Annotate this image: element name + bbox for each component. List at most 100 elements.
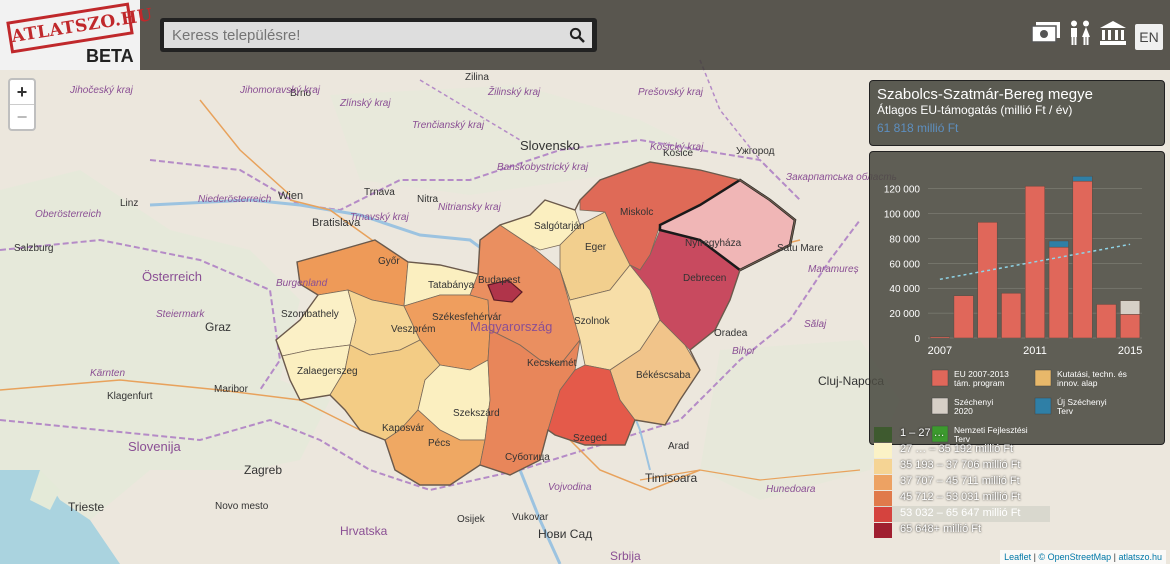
map-label-szeged: Szeged — [573, 433, 607, 444]
y-tick-label: 100 000 — [884, 210, 921, 221]
map-label-slovenija: Slovenija — [128, 439, 182, 454]
map-label-trnava: Trnava — [364, 187, 395, 198]
series-swatch — [931, 397, 949, 415]
map-label-trnavsky: Trnavský kraj — [350, 212, 409, 223]
legend-label: 27 … – 35 192 millió Ft — [900, 443, 1014, 455]
map-label-zalaegerszeg: Zalaegerszeg — [297, 366, 358, 377]
map-label-magyarorszag: Magyarország — [470, 319, 552, 334]
map-label-uzhhorod: Ужгород — [736, 146, 775, 157]
y-tick-label: 0 — [914, 334, 920, 345]
map-label-wien: Wien — [278, 190, 303, 202]
map-label-arad: Arad — [668, 441, 689, 452]
map-label-satumare: Satu Mare — [777, 243, 824, 254]
attribution-leaflet[interactable]: Leaflet — [1004, 552, 1031, 562]
zoom-out-button[interactable]: − — [10, 105, 34, 129]
map-label-zlinsky: Zlínský kraj — [339, 98, 391, 109]
people-icon[interactable] — [1068, 20, 1092, 46]
region-name: Szabolcs-Szatmár-Bereg megye — [877, 86, 1093, 103]
map-label-salgotarjan: Salgótarján — [534, 221, 585, 232]
map-label-hrvatska: Hrvatska — [340, 524, 388, 538]
series-label: Terv — [1057, 406, 1074, 416]
legend-label: 53 032 – 65 647 millió Ft — [900, 507, 1021, 519]
map-label-vukovar: Vukovar — [512, 512, 549, 523]
map-label-budapest: Budapest — [478, 275, 520, 286]
institution-icon[interactable] — [1099, 20, 1127, 46]
chart-panel: 0 20 000 40 000 60 000 80 000 100 000 120 000 2… — [869, 151, 1165, 445]
series-swatch — [1034, 397, 1052, 415]
y-tick-label: 120 000 — [884, 185, 921, 196]
map-label-burgenland: Burgenland — [276, 278, 328, 289]
legend-item: 35 193 – 37 706 millió Ft — [874, 458, 1050, 474]
language-button[interactable]: EN — [1135, 24, 1163, 50]
search-input[interactable] — [164, 22, 592, 48]
legend-item: 65 648+ millió Ft — [874, 522, 1050, 538]
legend-swatch — [874, 507, 892, 522]
map-label-vojvodina: Vojvodina — [548, 482, 592, 493]
legend-item: 45 712 – 53 031 millió Ft — [874, 490, 1050, 506]
chart-bar — [1048, 246, 1069, 339]
map-label-salzburg: Salzburg — [14, 243, 53, 254]
map-label-veszprem: Veszprém — [391, 324, 435, 335]
map-label-bihor: Bihor — [732, 346, 756, 357]
metric-label: Átlagos EU-támogatás (millió Ft / év) — [877, 103, 1073, 117]
map-label-linz: Linz — [120, 198, 138, 209]
legend-swatch — [874, 427, 892, 442]
map-label-hunedoara: Hunedoara — [766, 484, 816, 495]
series-label: 2020 — [954, 406, 973, 416]
map-label-bekescsaba: Békéscsaba — [636, 370, 691, 381]
series-label: tám. program — [954, 378, 1005, 388]
attribution-osm[interactable]: © OpenStreetMap — [1038, 552, 1111, 562]
map-label-szombathely: Szombathely — [281, 309, 339, 320]
map-label-srbija: Srbija — [610, 549, 641, 563]
legend-label: 65 648+ millió Ft — [900, 523, 982, 535]
series-swatch — [931, 369, 949, 387]
y-tick-label: 40 000 — [889, 284, 920, 295]
map-label-oradea: Oradea — [714, 328, 748, 339]
search-box — [160, 18, 597, 52]
map-label-kaposvar: Kaposvár — [382, 423, 425, 434]
map-label-banskobystricky: Banskobystrický kraj — [497, 162, 589, 173]
legend-label: 1 – 27 … — [900, 427, 945, 439]
map-label-novisad: Нови Сад — [538, 527, 592, 541]
map-label-tatabanya: Tatabánya — [428, 280, 475, 291]
map-label-osterreich: Österreich — [142, 269, 202, 284]
map-label-szekszard: Szekszárd — [453, 408, 500, 419]
chart-bar — [1096, 304, 1117, 339]
legend-swatch — [874, 523, 892, 538]
map-label-oberosterreich: Oberösterreich — [35, 209, 102, 220]
attribution-atlatszo[interactable]: atlatszo.hu — [1118, 552, 1162, 562]
zoom-in-button[interactable]: + — [10, 80, 34, 105]
search-icon[interactable] — [569, 27, 585, 43]
map-legend: 1 – 27 … 27 … – 35 192 millió Ft 35 193 – … — [874, 426, 1050, 538]
y-tick-label: 60 000 — [889, 259, 920, 270]
legend-label: 35 193 – 37 706 millió Ft — [900, 459, 1021, 471]
chart-bar — [1120, 300, 1141, 315]
map-label-jihocesky: Jihočeský kraj — [69, 85, 134, 96]
map-label-novomesto: Novo mesto — [215, 501, 269, 512]
attribution: Leaflet | © OpenStreetMap | atlatszo.hu — [1000, 550, 1166, 564]
map-label-trenciansky: Trenčianský kraj — [412, 120, 485, 131]
map-label-osijek: Osijek — [457, 514, 486, 525]
x-tick-label: 2011 — [1023, 345, 1047, 357]
map-label-steiermark: Steiermark — [156, 309, 205, 320]
chart-bar — [929, 336, 950, 339]
legend-item: 37 707 – 45 711 millió Ft — [874, 474, 1050, 490]
chart-bar — [977, 222, 998, 339]
map-label-salaj: Sălaj — [804, 319, 827, 330]
logo[interactable]: ATLATSZO.HU BETA — [0, 0, 154, 70]
map-label-kecskemet: Kecskemét — [527, 358, 577, 369]
beta-label: BETA — [86, 46, 134, 66]
series-swatch — [1034, 369, 1052, 387]
map-label-nyiregyhaza: Nyíregyháza — [685, 238, 742, 249]
map-label-karnten: Kärnten — [90, 368, 125, 379]
money-icon[interactable] — [1031, 20, 1061, 46]
map-label-slovensko: Slovensko — [520, 138, 580, 153]
x-tick-label: 2007 — [928, 345, 952, 357]
legend-swatch — [874, 475, 892, 490]
metric-value: 61 818 millió Ft — [877, 121, 959, 135]
map-label-subotica: Суботица — [505, 451, 550, 463]
map-label-miskolc: Miskolc — [620, 207, 653, 218]
map-label-timisoara: Timisoara — [645, 471, 698, 485]
map-label-niederosterreich: Niederösterreich — [198, 194, 272, 205]
map-label-jihomoravsky: Jihomoravský kraj — [239, 85, 321, 96]
